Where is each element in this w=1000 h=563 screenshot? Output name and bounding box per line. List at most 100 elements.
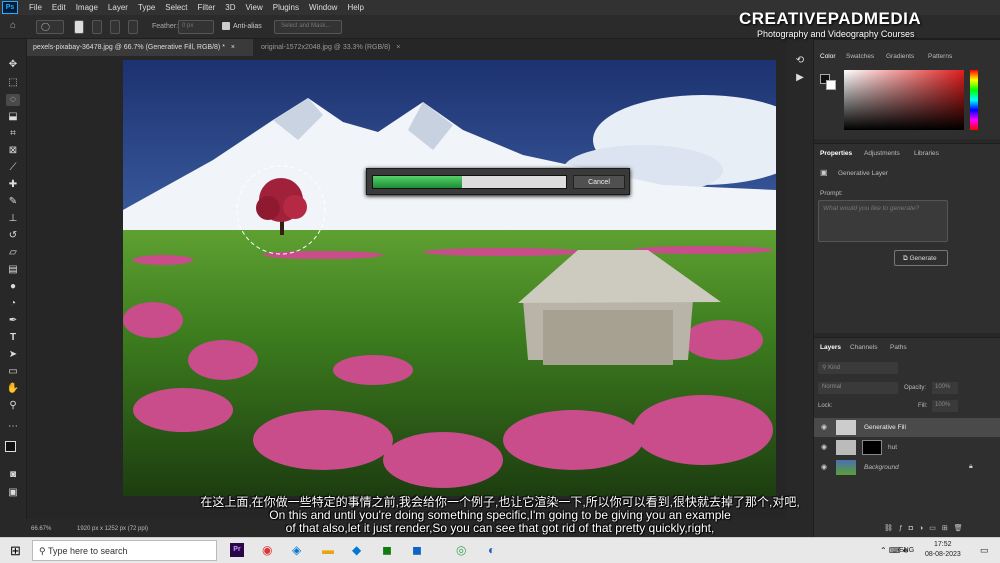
actions-panel-icon[interactable]: ▶ — [793, 72, 807, 84]
visibility-eye-icon[interactable]: ◉ — [821, 463, 827, 471]
layer-name[interactable]: Background — [864, 464, 899, 471]
hand-tool-icon[interactable]: ✋ — [6, 383, 20, 395]
cancel-button[interactable]: Cancel — [573, 175, 625, 189]
tab-libraries[interactable]: Libraries — [914, 150, 939, 157]
rectangle-tool-icon[interactable]: ▭ — [6, 366, 20, 378]
menu-3d[interactable]: 3D — [220, 3, 240, 12]
eraser-tool-icon[interactable]: ▱ — [6, 247, 20, 259]
crop-tool-icon[interactable]: ⌗ — [6, 128, 20, 140]
app-icon[interactable]: ◐ — [488, 543, 495, 557]
tab-layers[interactable]: Layers — [820, 344, 841, 351]
menu-edit[interactable]: Edit — [47, 3, 71, 12]
menu-type[interactable]: Type — [133, 3, 160, 12]
quick-mask-icon[interactable]: ◙ — [6, 469, 20, 481]
eyedropper-tool-icon[interactable]: ⟋ — [6, 162, 20, 174]
chrome-icon[interactable]: ◎ — [456, 543, 466, 557]
file-explorer-icon[interactable]: ▬ — [322, 543, 334, 557]
antialias-checkbox[interactable] — [222, 22, 230, 30]
menu-filter[interactable]: Filter — [193, 3, 221, 12]
layer-row[interactable]: ◉ Background 🔒︎ — [814, 458, 1000, 477]
menu-layer[interactable]: Layer — [103, 3, 133, 12]
layer-filter-kind[interactable]: ⚲ Kind — [818, 362, 898, 374]
app-icon[interactable]: ◆ — [352, 543, 361, 557]
color-field[interactable] — [844, 70, 964, 130]
brush-tool-icon[interactable]: ✎ — [6, 196, 20, 208]
foreground-color-swatch[interactable] — [5, 441, 16, 452]
menu-help[interactable]: Help — [342, 3, 368, 12]
windows-start-icon[interactable]: ⊞ — [10, 543, 21, 559]
fill-input[interactable]: 100% — [932, 400, 958, 412]
layer-name[interactable]: hut — [888, 444, 897, 451]
menu-image[interactable]: Image — [71, 3, 103, 12]
subtract-selection-icon[interactable] — [110, 20, 120, 34]
healing-brush-tool-icon[interactable]: ✚ — [6, 179, 20, 191]
visibility-eye-icon[interactable]: ◉ — [821, 423, 827, 431]
tab-color[interactable]: Color — [820, 53, 836, 60]
app-icon[interactable]: ◼ — [412, 543, 422, 557]
visibility-eye-icon[interactable]: ◉ — [821, 443, 827, 451]
menu-file[interactable]: File — [24, 3, 47, 12]
blend-mode-select[interactable]: Normal — [818, 382, 898, 394]
opacity-input[interactable]: 100% — [932, 382, 958, 394]
taskbar-search-input[interactable]: ⚲ Type here to search — [32, 540, 217, 561]
select-and-mask-button[interactable]: Select and Mask... — [274, 20, 342, 34]
history-brush-tool-icon[interactable]: ↺ — [6, 230, 20, 242]
more-tools-icon[interactable]: ⋯ — [6, 421, 20, 433]
type-tool-icon[interactable]: T — [6, 332, 20, 344]
tab-close-icon[interactable]: × — [231, 44, 235, 51]
layer-mask-thumbnail[interactable] — [862, 440, 882, 455]
intersect-selection-icon[interactable] — [128, 20, 138, 34]
document-canvas[interactable] — [123, 60, 776, 496]
lasso-tool-preset-picker[interactable]: ◯ — [36, 20, 64, 34]
home-icon[interactable]: ⌂ — [10, 20, 16, 31]
zoom-tool-icon[interactable]: ⚲ — [6, 400, 20, 412]
notifications-icon[interactable]: ▭ — [980, 545, 989, 556]
tab-swatches[interactable]: Swatches — [846, 53, 874, 60]
dodge-tool-icon[interactable]: ◔ — [6, 298, 20, 310]
generate-button[interactable]: ⧉ Generate — [894, 250, 948, 266]
new-selection-icon[interactable] — [74, 20, 84, 34]
lasso-tool-icon[interactable]: ◌ — [6, 94, 20, 106]
layer-row[interactable]: ◉ hut — [814, 438, 1000, 457]
history-panel-icon[interactable]: ⟲ — [793, 55, 807, 67]
hue-slider[interactable] — [970, 70, 978, 130]
layer-row[interactable]: ◉ Generative Fill — [814, 418, 1000, 437]
menu-view[interactable]: View — [241, 3, 268, 12]
gradient-tool-icon[interactable]: ▤ — [6, 264, 20, 276]
layer-name[interactable]: Generative Fill — [864, 424, 906, 431]
path-selection-tool-icon[interactable]: ➤ — [6, 349, 20, 361]
language-indicator[interactable]: ENG — [899, 547, 914, 554]
premiere-pro-app-icon[interactable]: Pr — [230, 543, 244, 557]
tab-adjustments[interactable]: Adjustments — [864, 150, 900, 157]
tab-second-document[interactable]: original-1572x2048.jpg @ 33.3% (RGB/8) × — [255, 39, 406, 56]
pen-tool-icon[interactable]: ✒ — [6, 315, 20, 327]
prompt-input[interactable]: What would you like to generate? — [818, 200, 948, 242]
menu-select[interactable]: Select — [160, 3, 192, 12]
feather-input[interactable]: 0 px — [178, 20, 214, 34]
clock-time[interactable]: 17:52 — [934, 541, 952, 548]
app-icon[interactable]: ◉ — [262, 543, 272, 557]
frame-tool-icon[interactable]: ⊠ — [6, 145, 20, 157]
add-selection-icon[interactable] — [92, 20, 102, 34]
clone-stamp-tool-icon[interactable]: ⊥ — [6, 213, 20, 225]
clock-date[interactable]: 08-08-2023 — [925, 551, 961, 558]
marquee-tool-icon[interactable]: ⬚ — [6, 77, 20, 89]
background-color-chip[interactable] — [826, 80, 836, 90]
move-tool-icon[interactable]: ✥ — [6, 59, 20, 71]
tab-patterns[interactable]: Patterns — [928, 53, 952, 60]
blur-tool-icon[interactable]: ● — [6, 281, 20, 293]
menu-window[interactable]: Window — [304, 3, 342, 12]
tab-gradients[interactable]: Gradients — [886, 53, 914, 60]
windows-taskbar: ⊞ ⚲ Type here to search Pr ◉ ◈ ▬ ◆ ◼ ◼ ◎… — [0, 537, 1000, 563]
tab-paths[interactable]: Paths — [890, 344, 907, 351]
progress-bar — [372, 175, 567, 189]
photoshop-app-icon[interactable]: Ps — [2, 1, 18, 14]
tab-active-document[interactable]: pexels-pixabay-36478.jpg @ 66.7% (Genera… — [27, 39, 253, 56]
tab-channels[interactable]: Channels — [850, 344, 877, 351]
menu-plugins[interactable]: Plugins — [268, 3, 304, 12]
tab-properties[interactable]: Properties — [820, 150, 852, 157]
tab-close-icon[interactable]: × — [396, 44, 400, 51]
object-selection-tool-icon[interactable]: ⬓ — [6, 111, 20, 123]
app-icon[interactable]: ◼ — [382, 543, 392, 557]
app-icon[interactable]: ◈ — [292, 543, 301, 557]
